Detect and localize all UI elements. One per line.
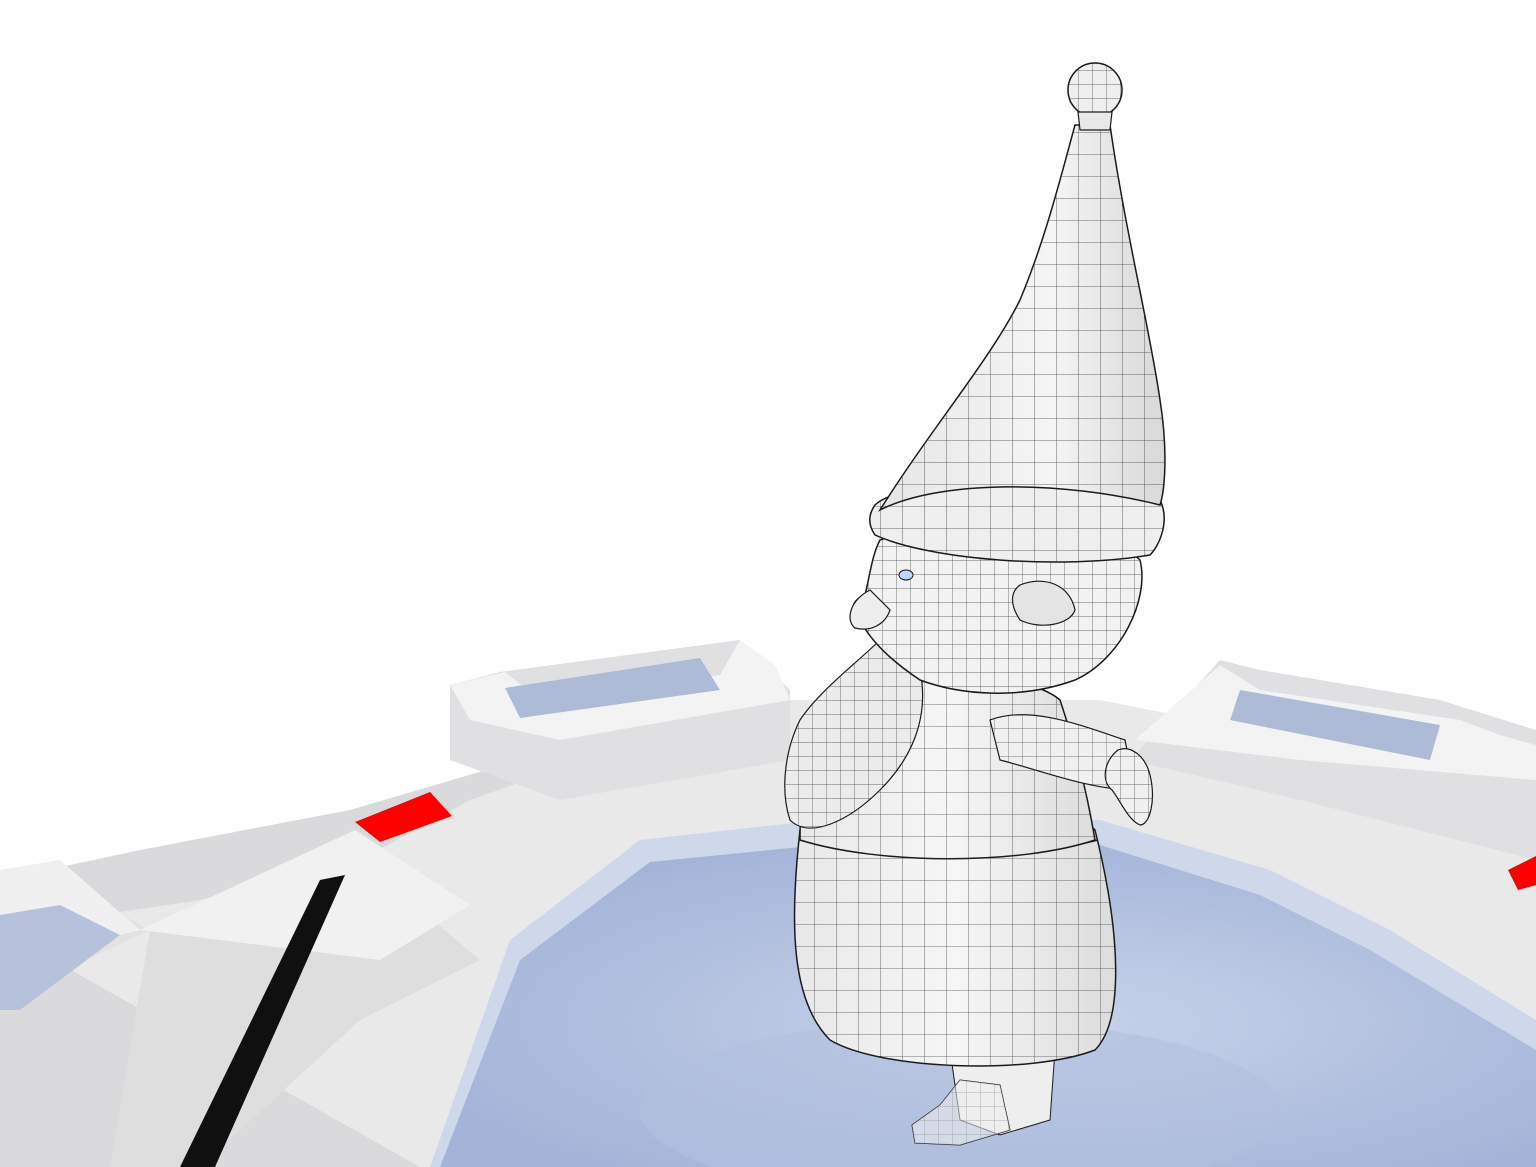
gnome-hat-tip <box>1077 111 1113 131</box>
render-viewport <box>0 0 1536 1167</box>
scene-render <box>0 62 1536 1167</box>
octagonal-platform <box>0 640 1536 1167</box>
gnome-hat-cone-mesh <box>880 125 1165 510</box>
gnome-eye <box>898 569 914 581</box>
gnome-hat-pompom-mesh <box>1068 63 1122 117</box>
gnome-wireframe-model <box>784 62 1166 1146</box>
